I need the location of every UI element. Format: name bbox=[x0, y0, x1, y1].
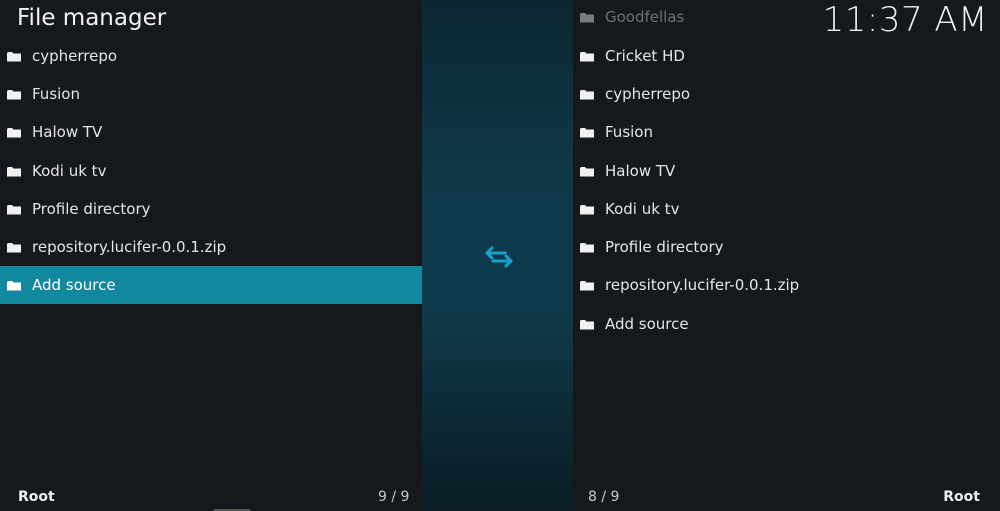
left-item-label: Kodi uk tv bbox=[32, 162, 107, 180]
folder-icon bbox=[7, 166, 21, 176]
folder-icon bbox=[580, 319, 594, 329]
left-item-label: repository.lucifer-0.0.1.zip bbox=[32, 238, 227, 256]
folder-icon bbox=[7, 242, 21, 252]
left-item-fusion[interactable]: Fusion bbox=[0, 75, 422, 113]
swap-arrows-icon[interactable] bbox=[483, 241, 515, 273]
left-item-repository-zip[interactable]: repository.lucifer-0.0.1.zip bbox=[0, 228, 422, 266]
swap-divider bbox=[422, 0, 573, 511]
right-item-halow-tv[interactable]: Halow TV bbox=[573, 152, 1000, 190]
folder-icon bbox=[580, 204, 594, 214]
right-item-label: Fusion bbox=[605, 123, 653, 141]
right-item-cypherrepo[interactable]: cypherrepo bbox=[573, 75, 1000, 113]
left-path-label: Root bbox=[18, 489, 55, 505]
folder-icon bbox=[7, 127, 21, 137]
folder-icon bbox=[7, 280, 21, 290]
right-item-kodi-uk-tv[interactable]: Kodi uk tv bbox=[573, 190, 1000, 228]
right-item-cricket-hd[interactable]: Cricket HD bbox=[573, 37, 1000, 75]
left-file-pane: cypherrepo Fusion Halow TV Kodi uk tv Pr… bbox=[0, 0, 422, 511]
folder-icon bbox=[7, 204, 21, 214]
right-item-repository-zip[interactable]: repository.lucifer-0.0.1.zip bbox=[573, 266, 1000, 304]
folder-icon bbox=[580, 51, 594, 61]
right-item-count: 8 / 9 bbox=[588, 489, 620, 505]
folder-icon bbox=[580, 89, 594, 99]
left-item-add-source[interactable]: Add source bbox=[0, 266, 422, 304]
folder-icon bbox=[580, 280, 594, 290]
left-item-label: Profile directory bbox=[32, 200, 151, 218]
folder-icon bbox=[7, 89, 21, 99]
right-item-label: Kodi uk tv bbox=[605, 200, 680, 218]
left-item-label: Halow TV bbox=[32, 123, 103, 141]
right-item-label: Profile directory bbox=[605, 238, 724, 256]
folder-icon bbox=[7, 51, 21, 61]
right-item-profile-directory[interactable]: Profile directory bbox=[573, 228, 1000, 266]
folder-icon bbox=[580, 166, 594, 176]
right-item-label: Goodfellas bbox=[605, 8, 685, 26]
right-item-fusion[interactable]: Fusion bbox=[573, 113, 1000, 151]
right-item-add-source[interactable]: Add source bbox=[573, 305, 1000, 343]
left-item-halow-tv[interactable]: Halow TV bbox=[0, 113, 422, 151]
left-item-label: Fusion bbox=[32, 85, 80, 103]
right-item-label: Cricket HD bbox=[605, 47, 685, 65]
right-item-label: cypherrepo bbox=[605, 85, 691, 103]
right-item-label: Halow TV bbox=[605, 162, 676, 180]
folder-icon bbox=[580, 127, 594, 137]
right-path-label: Root bbox=[943, 489, 980, 505]
folder-icon bbox=[580, 242, 594, 252]
left-item-profile-directory[interactable]: Profile directory bbox=[0, 190, 422, 228]
right-item-label: repository.lucifer-0.0.1.zip bbox=[605, 276, 800, 294]
folder-icon bbox=[580, 12, 594, 22]
left-item-label: Add source bbox=[32, 276, 116, 294]
right-file-pane: Goodfellas Cricket HD cypherrepo Fusion … bbox=[573, 0, 1000, 511]
right-item-label: Add source bbox=[605, 315, 689, 333]
page-title: File manager bbox=[17, 5, 167, 31]
clock: 11:37 AM bbox=[822, 0, 988, 40]
left-item-cypherrepo[interactable]: cypherrepo bbox=[0, 37, 422, 75]
left-item-kodi-uk-tv[interactable]: Kodi uk tv bbox=[0, 152, 422, 190]
left-item-count: 9 / 9 bbox=[378, 489, 410, 505]
left-item-label: cypherrepo bbox=[32, 47, 118, 65]
